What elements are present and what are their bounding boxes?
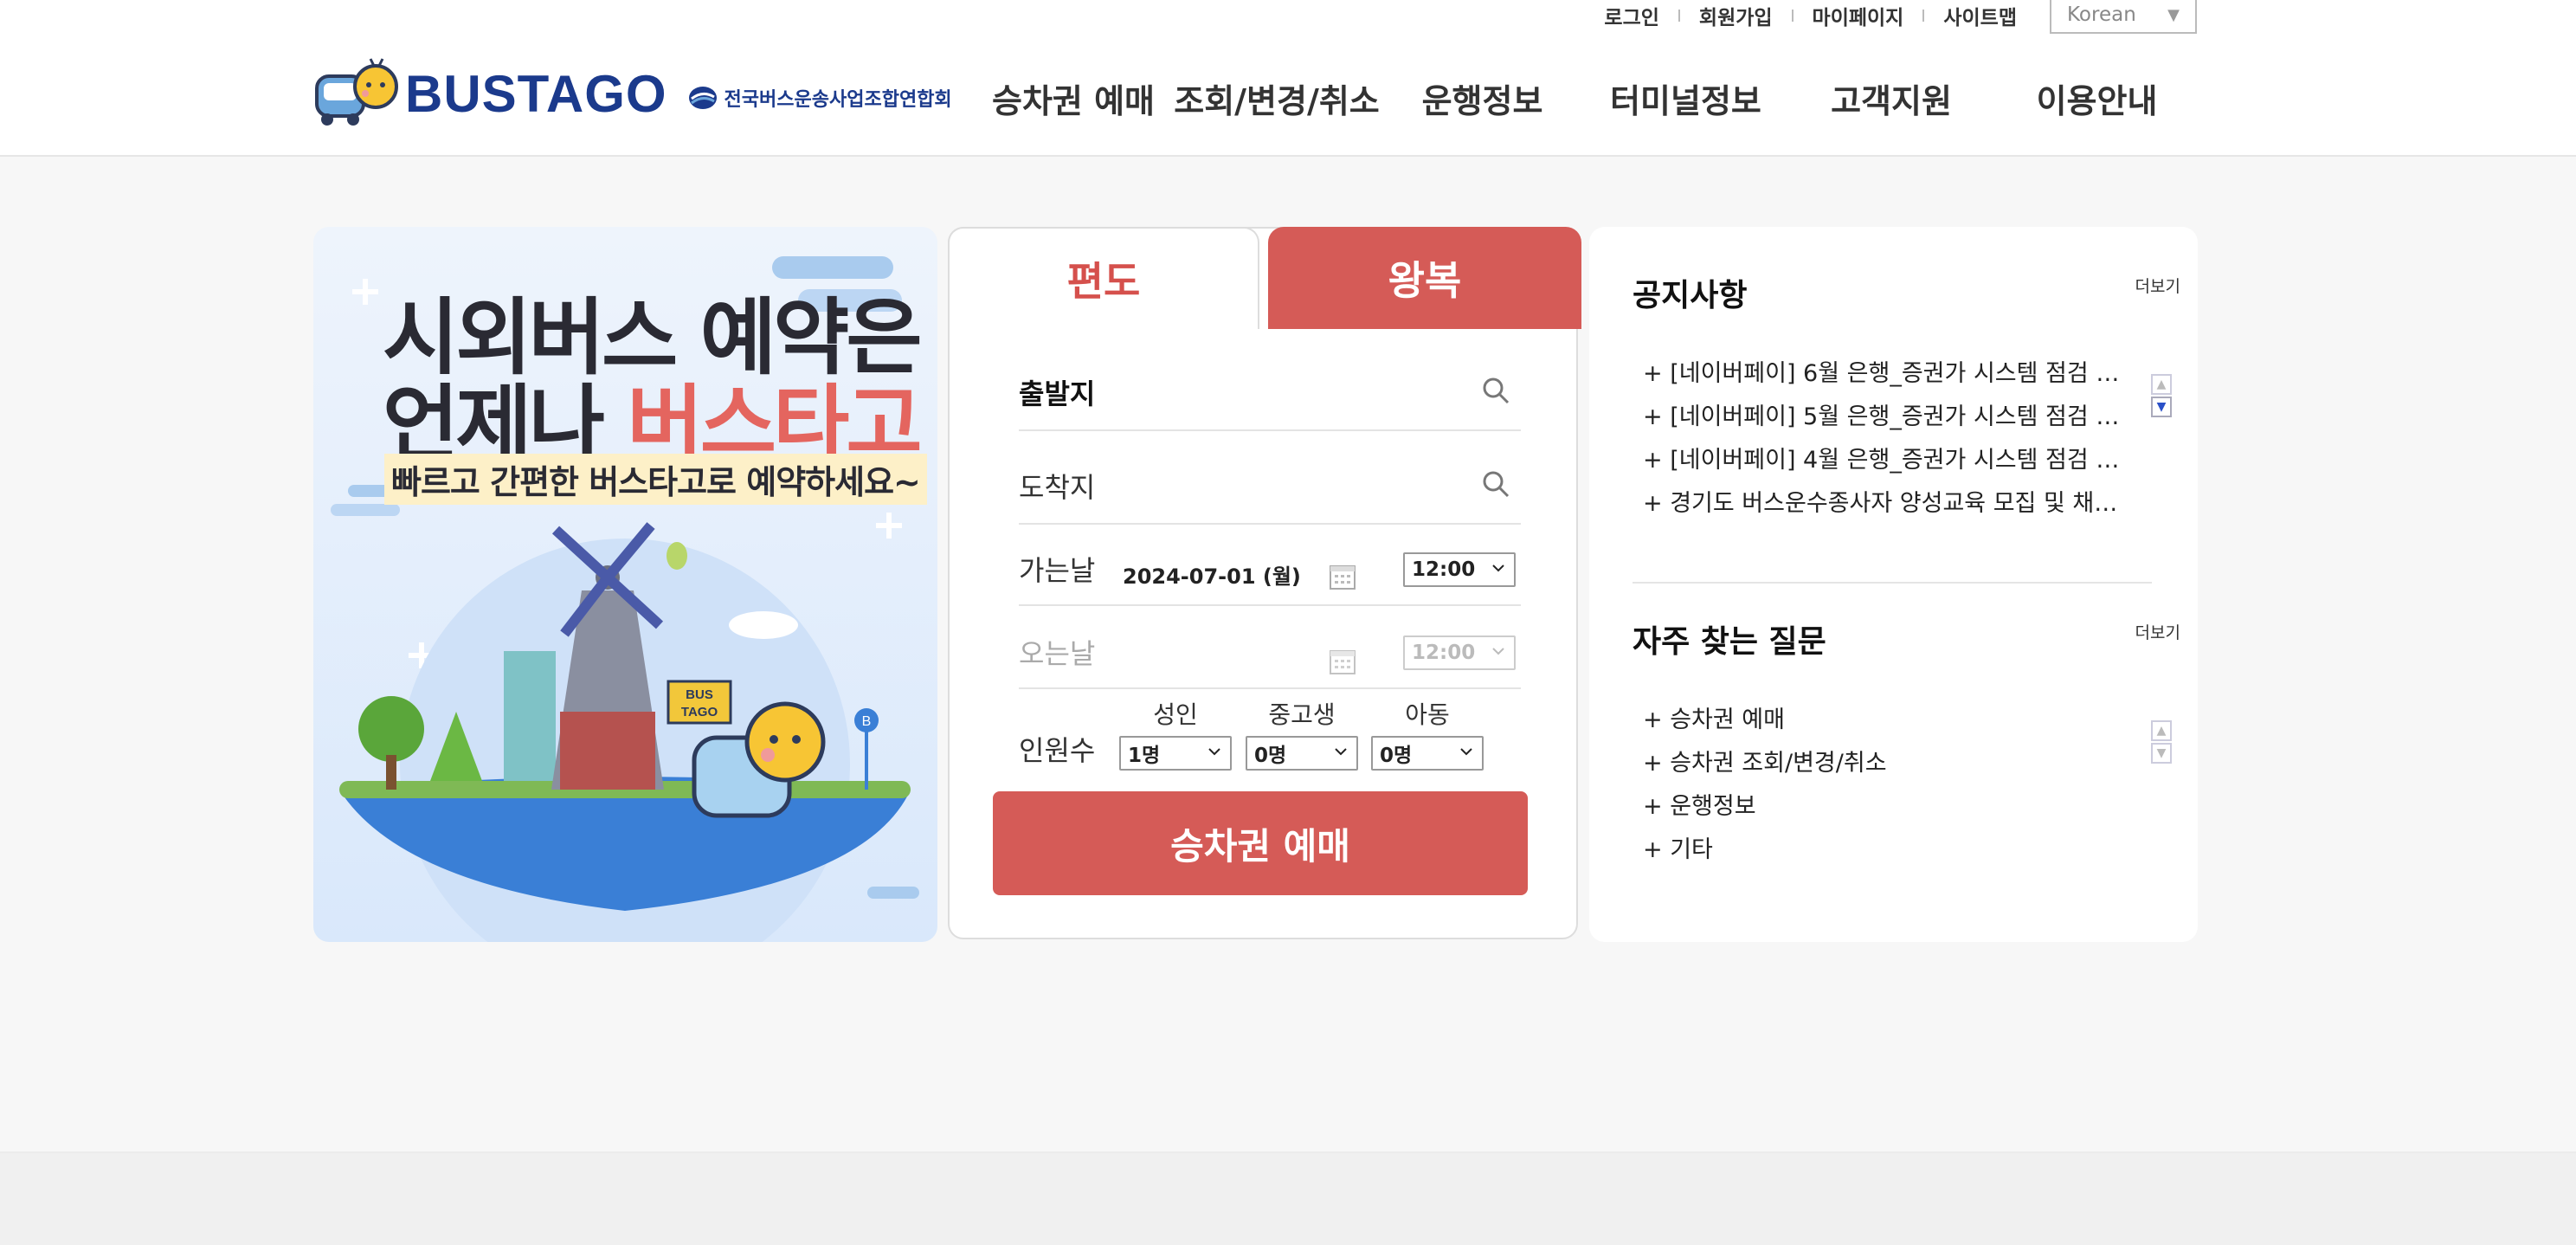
faq-more-link[interactable]: 더보기: [2135, 620, 2180, 643]
go-date-label: 가는날: [1019, 554, 1096, 587]
faq-item[interactable]: + 승차권 예매: [1643, 699, 2128, 742]
mascot-logo-icon: [313, 57, 400, 130]
chevron-down-icon[interactable]: ▼: [2151, 397, 2172, 417]
association-emblem-icon: [688, 87, 717, 109]
association-name: 전국버스운송사업조합연합회: [724, 89, 952, 111]
adult-count-select[interactable]: 1명: [1119, 736, 1232, 771]
adult-count-value: 1명: [1128, 745, 1161, 767]
nav-customer-support[interactable]: 고객지원: [1792, 74, 1991, 122]
return-date-field: 오는날 12:00: [1019, 616, 1521, 689]
login-link[interactable]: 로그인: [1585, 1, 1678, 30]
chevron-down-icon: [1492, 564, 1504, 572]
return-time-value: 12:00: [1412, 642, 1476, 664]
chevron-up-icon[interactable]: ▲: [2151, 720, 2172, 741]
ticket-search-panel: 편도 왕복 출발지 도착지 가는날 2024-07-01 (월) 12:00 오…: [948, 227, 1581, 939]
adult-label: 성인: [1153, 700, 1198, 729]
chevron-down-icon: [1460, 748, 1472, 756]
go-date-field: 가는날 2024-07-01 (월) 12:00: [1019, 533, 1521, 606]
child-count-select[interactable]: 0명: [1371, 736, 1484, 771]
site-header: 로그인 회원가입 마이페이지 사이트맵 Korean ▼ BUSTAGO 전국버…: [0, 0, 2576, 157]
chevron-down-icon: [1335, 748, 1347, 756]
section-divider: [1633, 582, 2152, 584]
go-time-select[interactable]: 12:00: [1403, 552, 1516, 587]
notice-scroll-controls: ▲ ▼: [2151, 374, 2172, 419]
logo-text: BUSTAGO: [405, 64, 667, 123]
footer-band: [0, 1151, 2576, 1245]
child-label: 아동: [1405, 700, 1450, 729]
utility-nav: 로그인 회원가입 마이페이지 사이트맵 Korean ▼: [1585, 0, 2197, 34]
notice-title: 공지사항: [1633, 278, 1748, 313]
passenger-label: 인원수: [1019, 734, 1096, 767]
notice-more-link[interactable]: 더보기: [2135, 274, 2180, 297]
notice-list: + [네이버페이] 6월 은행_증권가 시스템 점검 일정 안내 + [네이버페…: [1643, 352, 2128, 526]
site-logo[interactable]: BUSTAGO 전국버스운송사업조합연합회: [313, 57, 952, 130]
bus-sign-label-bottom: TAGO: [681, 705, 718, 719]
chevron-down-icon[interactable]: ▼: [2151, 743, 2172, 764]
tab-roundtrip[interactable]: 왕복: [1268, 227, 1581, 329]
youth-count-value: 0명: [1254, 745, 1287, 767]
notice-item[interactable]: + [네이버페이] 4월 은행_증권가 시스템 점검 일정 안내: [1643, 439, 2128, 482]
language-select[interactable]: Korean ▼: [2050, 0, 2197, 34]
arrival-field[interactable]: 도착지: [1019, 443, 1521, 525]
signup-link[interactable]: 회원가입: [1680, 1, 1792, 30]
arrival-label: 도착지: [1019, 471, 1096, 504]
faq-list: + 승차권 예매 + 승차권 조회/변경/취소 + 운행정보 + 기타: [1643, 699, 2128, 872]
calendar-icon[interactable]: [1329, 563, 1356, 590]
go-time-value: 12:00: [1412, 558, 1476, 581]
mypage-link[interactable]: 마이페이지: [1794, 1, 1923, 30]
promo-banner[interactable]: B BUS TAGO 시외버스 예약은 언제나 버스타고 빠르고 간편한 버스타…: [313, 227, 937, 942]
book-ticket-button[interactable]: 승차권 예매: [993, 791, 1528, 895]
search-icon[interactable]: [1481, 469, 1510, 499]
nav-terminal-info[interactable]: 터미널정보: [1580, 74, 1792, 122]
faq-title: 자주 찾는 질문: [1633, 624, 1826, 660]
language-value: Korean: [2067, 3, 2136, 26]
departure-label: 출발지: [1019, 377, 1096, 410]
passenger-field: 인원수 성인 중고생 아동 1명 0명 0명: [1019, 696, 1538, 791]
youth-label: 중고생: [1268, 700, 1336, 729]
chevron-up-icon[interactable]: ▲: [2151, 374, 2172, 395]
notice-item[interactable]: + 경기도 버스운수종사자 양성교육 모집 및 채용 안내: [1643, 482, 2128, 526]
nav-lookup-change-cancel[interactable]: 조회/변경/취소: [1169, 74, 1385, 122]
go-date-value[interactable]: 2024-07-01 (월): [1123, 559, 1301, 590]
faq-item[interactable]: + 운행정보: [1643, 785, 2128, 829]
calendar-icon: [1330, 650, 1356, 674]
faq-item[interactable]: + 승차권 조회/변경/취소: [1643, 742, 2128, 785]
notice-item[interactable]: + [네이버페이] 5월 은행_증권가 시스템 점검 일정 안내: [1643, 396, 2128, 439]
faq-item[interactable]: + 기타: [1643, 829, 2128, 872]
info-panel: 공지사항 더보기 + [네이버페이] 6월 은행_증권가 시스템 점검 일정 안…: [1589, 227, 2198, 942]
return-time-select: 12:00: [1403, 635, 1516, 670]
banner-subtitle: 빠르고 간편한 버스타고로 예약하세요~: [384, 454, 927, 505]
association-logo: 전국버스운송사업조합연합회: [688, 84, 952, 112]
main-nav: 승차권 예매 조회/변경/취소 운행정보 터미널정보 고객지원 이용안내: [978, 74, 2203, 122]
notice-item[interactable]: + [네이버페이] 6월 은행_증권가 시스템 점검 일정 안내: [1643, 352, 2128, 396]
nav-usage-guide[interactable]: 이용안내: [1991, 74, 2203, 122]
sitemap-link[interactable]: 사이트맵: [1924, 1, 2036, 30]
bus-sign-label-top: BUS: [686, 687, 713, 702]
faq-scroll-controls: ▲ ▼: [2151, 720, 2172, 765]
child-count-value: 0명: [1380, 745, 1413, 767]
nav-operation-info[interactable]: 운행정보: [1385, 74, 1580, 122]
chevron-down-icon: [1492, 648, 1504, 655]
bus-stop-label: B: [862, 714, 872, 729]
return-date-label: 오는날: [1019, 637, 1096, 670]
nav-ticket-booking[interactable]: 승차권 예매: [978, 74, 1169, 122]
departure-field[interactable]: 출발지: [1019, 350, 1521, 431]
youth-count-select[interactable]: 0명: [1246, 736, 1358, 771]
caret-down-icon: ▼: [2167, 5, 2180, 24]
chevron-down-icon: [1208, 748, 1220, 756]
tab-oneway[interactable]: 편도: [948, 227, 1259, 329]
search-icon[interactable]: [1481, 376, 1510, 405]
